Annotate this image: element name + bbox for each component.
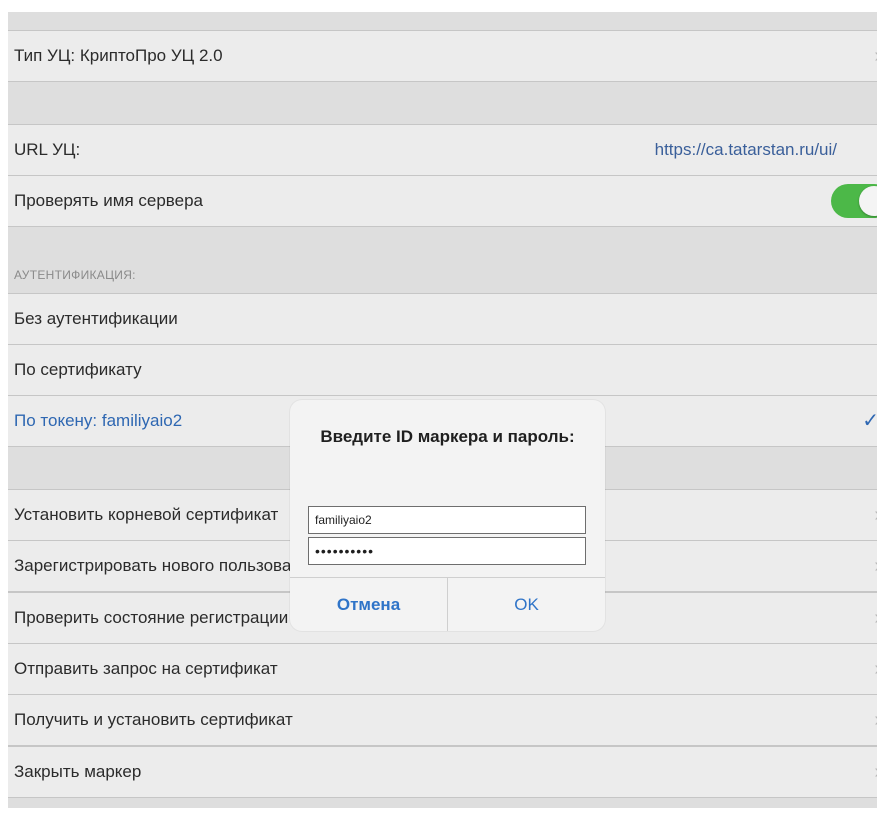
get-install-cert-label: Получить и установить сертификат [14,710,293,729]
send-cert-request-label: Отправить запрос на сертификат [14,659,278,678]
verify-server-label: Проверять имя сервера [14,191,203,210]
auth-token-label: По токену: familiyaio2 [14,411,183,430]
check-registration-label: Проверить состояние регистрации [14,608,289,627]
verify-server-toggle[interactable] [831,184,877,218]
auth-option-certificate[interactable]: По сертификату [8,344,877,396]
toggle-knob [859,186,877,216]
ca-url-value: https://ca.tatarstan.ru/ui/ [654,140,837,159]
ok-button[interactable]: OK [448,578,605,631]
verify-server-row: Проверять имя сервера [8,175,877,227]
auth-section-header: АУТЕНТИФИКАЦИЯ: [14,268,136,282]
dialog-title: Введите ID маркера и пароль: [320,427,575,446]
ca-url-label: URL УЦ: [14,140,81,159]
ca-url-row[interactable]: URL УЦ: https://ca.tatarstan.ru/ui/ [8,124,877,176]
close-token-row[interactable]: Закрыть маркер › [8,746,877,798]
token-id-input[interactable] [308,506,586,534]
install-root-cert-label: Установить корневой сертификат [14,505,279,524]
close-token-label: Закрыть маркер [14,762,142,781]
ca-type-label: Тип УЦ: КриптоПро УЦ 2.0 [14,46,223,65]
get-install-cert-row[interactable]: Получить и установить сертификат › [8,694,877,746]
password-input[interactable] [308,537,586,565]
auth-certificate-label: По сертификату [14,360,142,379]
checkmark-icon: ✓ [862,410,877,432]
cancel-button[interactable]: Отмена [290,578,448,631]
ca-type-row[interactable]: Тип УЦ: КриптоПро УЦ 2.0 › [8,30,877,82]
register-user-label: Зарегистрировать нового пользователя [14,556,327,575]
settings-screen: Тип УЦ: КриптоПро УЦ 2.0 › URL УЦ: https… [8,12,877,808]
send-cert-request-row[interactable]: Отправить запрос на сертификат › [8,643,877,695]
token-login-dialog: Введите ID маркера и пароль: Отмена OK [290,400,605,631]
auth-option-none[interactable]: Без аутентификации [8,293,877,345]
auth-none-label: Без аутентификации [14,309,178,328]
dialog-button-bar: Отмена OK [290,577,605,631]
